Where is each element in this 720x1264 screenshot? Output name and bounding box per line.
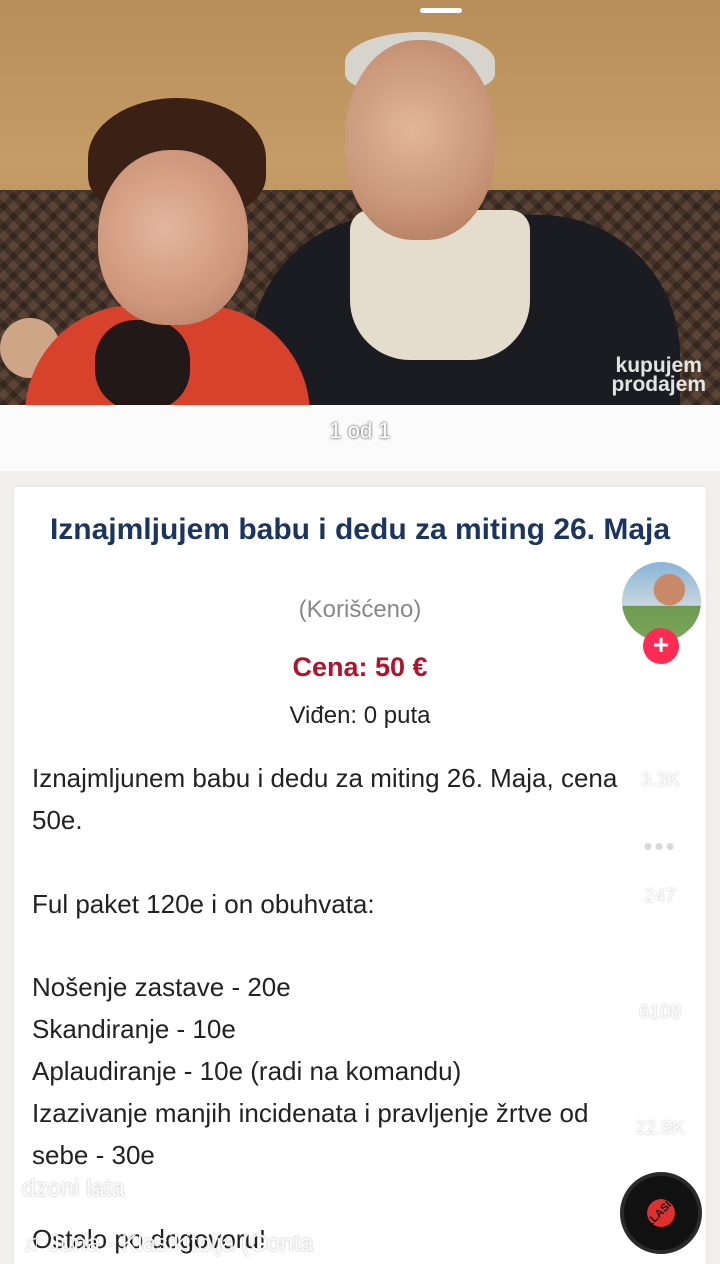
- description-line: 50e.: [32, 805, 83, 835]
- description-line: sebe - 30e: [32, 1140, 155, 1170]
- comment-icon[interactable]: •••: [630, 822, 690, 874]
- man-face: [345, 40, 495, 240]
- description-line: Skandiranje - 10e: [32, 1014, 236, 1044]
- photo-watermark: kupujem prodajem: [611, 355, 706, 396]
- description-line: Izazivanje manjih incidenata i pravljenj…: [32, 1098, 589, 1128]
- woman-black-top: [95, 320, 190, 405]
- watermark-line-2: prodajem: [611, 373, 706, 396]
- listing-title: Iznajmljujem babu i dedu za miting 26. M…: [49, 513, 671, 546]
- share-icon[interactable]: [630, 1050, 692, 1100]
- drag-handle[interactable]: [420, 8, 462, 13]
- comment-count: 247: [644, 886, 676, 907]
- description-line: Aplaudiranje - 10e (radi na komandu): [32, 1056, 462, 1086]
- save-count: 6108: [638, 1002, 682, 1023]
- description-line: Ful paket 120e i on obuhvata:: [32, 889, 375, 919]
- listing-condition: (Korišćeno): [298, 596, 422, 623]
- music-record-icon[interactable]: KLASIK: [620, 1172, 702, 1254]
- listing-photo[interactable]: kupujem prodajem: [0, 0, 720, 405]
- heart-icon[interactable]: ♥: [628, 704, 692, 766]
- record-label: KLASIK: [642, 1193, 680, 1231]
- listing-price: Cena: 50 €: [292, 652, 428, 682]
- description-line: Iznajmljunem babu i dedu za miting 26. M…: [32, 763, 618, 793]
- music-ticker[interactable]: ♫ Juna - Klasikitoija (Conta: [22, 1230, 313, 1258]
- comment-dots: •••: [643, 831, 677, 861]
- woman-face: [98, 150, 248, 325]
- music-title: Juna - Klasikitoija (Conta: [48, 1230, 314, 1257]
- listing-views: Viđen: 0 puta: [289, 702, 431, 729]
- like-count: 3.3K: [640, 770, 680, 791]
- follow-button[interactable]: +: [643, 628, 679, 664]
- description-line: Nošenje zastave - 20e: [32, 972, 291, 1002]
- video-author[interactable]: dzoni lata: [22, 1175, 125, 1203]
- share-count: 22.9K: [635, 1118, 685, 1139]
- gallery-counter: 1 od 1: [329, 418, 391, 443]
- music-note-icon: ♫: [22, 1230, 40, 1257]
